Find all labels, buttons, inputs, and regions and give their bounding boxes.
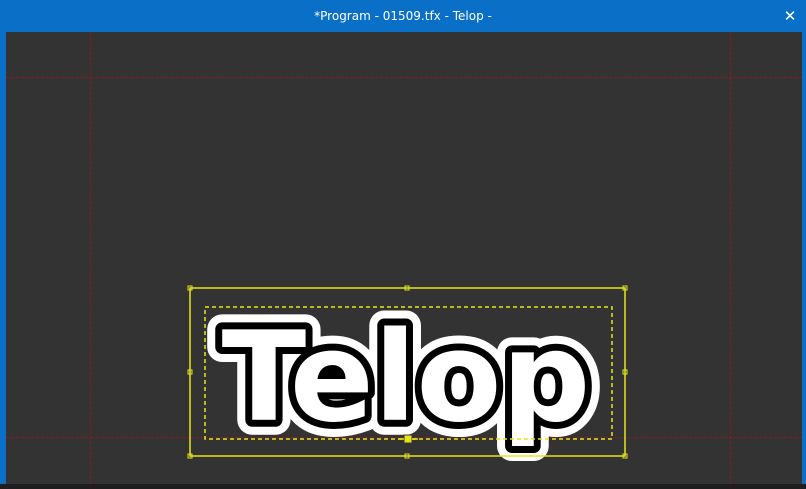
bottom-border — [0, 484, 806, 489]
preview-canvas[interactable]: Telop Telop Telop — [6, 32, 802, 484]
telop-text[interactable]: Telop — [222, 306, 591, 450]
anchor-handle[interactable] — [403, 434, 413, 444]
telop-layer: Telop Telop Telop — [187, 285, 628, 465]
window-title: *Program - 01509.tfx - Telop - — [314, 9, 492, 23]
close-button[interactable]: ✕ — [780, 6, 800, 26]
title-bar[interactable]: *Program - 01509.tfx - Telop - ✕ — [0, 0, 806, 32]
telop-editor-window: *Program - 01509.tfx - Telop - ✕ Telop T… — [0, 0, 806, 489]
